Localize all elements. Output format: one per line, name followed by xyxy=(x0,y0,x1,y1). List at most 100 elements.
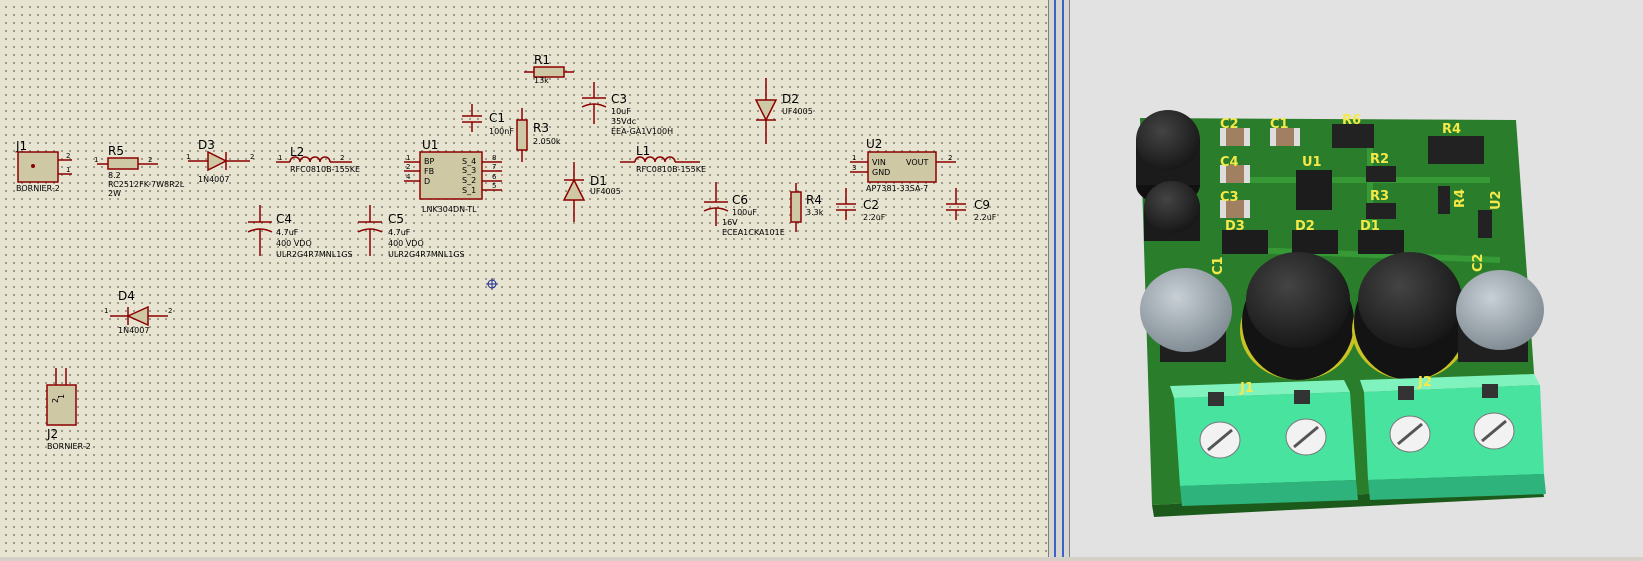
r3-ref: R3 xyxy=(533,121,549,135)
l1-ref: L1 xyxy=(636,144,650,158)
r5-pin2: 2 xyxy=(148,156,152,164)
silk-u2: U2 xyxy=(1489,190,1504,210)
u2-pin-gnd: GND xyxy=(872,168,890,177)
d2-body[interactable] xyxy=(754,99,778,122)
c6-value: 100uF xyxy=(732,208,757,217)
d1-body[interactable] xyxy=(562,178,586,201)
u1-num-2: 2 xyxy=(406,163,410,171)
c2-ref: C2 xyxy=(863,198,879,212)
silk-c1: C1 xyxy=(1270,117,1289,132)
c5-voltage: 400 VDO xyxy=(388,239,424,248)
u2-p1: 1 xyxy=(852,154,856,162)
silk-j2: J2 xyxy=(1417,375,1432,390)
u1-pin-d: D xyxy=(424,177,430,186)
d4-body[interactable] xyxy=(126,305,149,327)
u1-num-5: 5 xyxy=(492,182,496,190)
c4-ref: C4 xyxy=(276,212,292,226)
u2-value: AP7381-33SA-7 xyxy=(866,184,928,193)
silk-c4: C4 xyxy=(1220,155,1239,170)
c4-voltage: 400 VDO xyxy=(276,239,312,248)
c6-part: ECEA1CKA101E xyxy=(722,228,785,237)
u1-pin-s2: S_2 xyxy=(462,176,476,185)
d3-body[interactable] xyxy=(207,150,228,172)
j1-pin1: 1 xyxy=(66,166,70,174)
l2-pin1: 1 xyxy=(278,154,282,162)
c1-value: 100nF xyxy=(489,127,514,136)
silk-r4-size: 1206 xyxy=(1441,192,1450,212)
d1-value: UF4005 xyxy=(590,187,621,196)
u1-num-4: 4 xyxy=(406,173,411,181)
silk-r6: R6 xyxy=(1342,113,1361,128)
l2-ref: L2 xyxy=(290,145,304,159)
d3-ref: D3 xyxy=(198,138,215,152)
u1-num-1: 1 xyxy=(406,154,410,162)
j1-pin2: 2 xyxy=(66,152,70,160)
splitter-edge-left xyxy=(1054,0,1056,557)
c1-ref: C1 xyxy=(489,111,505,125)
pcb-3d-viewer[interactable]: C2 C1 R6 R4 U1 R2 C4 R3 C3 D3 D2 D1 J1 J… xyxy=(1070,0,1643,557)
j1-ref: J1 xyxy=(15,139,27,153)
r5-body[interactable] xyxy=(107,157,139,170)
u1-ref: U1 xyxy=(422,138,438,152)
u2-p2: 2 xyxy=(948,154,952,162)
u1-num-7: 7 xyxy=(492,163,496,171)
splitter-edge-right xyxy=(1062,0,1064,557)
u2-p3: 3 xyxy=(852,164,856,172)
u1-num-6: 6 xyxy=(492,173,497,181)
c2-value: 2.2uF xyxy=(863,213,886,222)
j2-value: BORNIER-2 xyxy=(47,442,91,451)
u1-pin-s3: S_3 xyxy=(462,166,476,175)
r5-value: 8.2 xyxy=(108,171,121,180)
c5-ref: C5 xyxy=(388,212,404,226)
u1-pin-bp: BP xyxy=(424,157,434,166)
u2-body[interactable] xyxy=(867,151,937,183)
l2-value: RFC0810B-155KE xyxy=(290,165,360,174)
r4-body[interactable] xyxy=(790,191,802,223)
r5-extra: 2W xyxy=(108,189,121,198)
r1-value: 13k xyxy=(534,76,549,85)
silk-r4-vertical: R4 xyxy=(1453,189,1468,208)
r5-part: RC2512FK-7W8R2L xyxy=(108,180,185,189)
u1-pin-s4: S_4 xyxy=(462,157,476,166)
pane-splitter[interactable] xyxy=(1048,0,1070,557)
r5-ref: R5 xyxy=(108,144,124,158)
crosshair-cursor-icon xyxy=(486,278,498,290)
c4-part: ULR2G4R7MNL1GS xyxy=(276,250,353,259)
d4-ref: D4 xyxy=(118,289,135,303)
u1-value: LNK304DN-TL xyxy=(422,205,477,214)
c9-ref: C9 xyxy=(974,198,990,212)
j2-body[interactable] xyxy=(46,384,77,426)
d2-ref: D2 xyxy=(782,92,799,106)
d4-pin1: 1 xyxy=(104,307,108,315)
l1-value: RFC0810B-155KE xyxy=(636,165,706,174)
d3-value: 1N4007 xyxy=(198,175,229,184)
c3-part: EEA-GA1V100H xyxy=(611,127,673,136)
silk-d3: D3 xyxy=(1225,219,1245,234)
u1-num-8: 8 xyxy=(492,154,496,162)
u1-pin-fb: FB xyxy=(424,167,434,176)
d3-pin1: 2 xyxy=(250,153,254,161)
r3-value: 2.050k xyxy=(533,137,561,146)
schematic-drawing: J1 R5 D3 L2 U1 C1 R1 R3 C3 D1 L1 D2 C6 R… xyxy=(15,53,997,451)
silk-c1-vertical: C1 xyxy=(1211,256,1226,275)
d1-ref: D1 xyxy=(590,174,607,188)
silk-r4: R4 xyxy=(1442,122,1461,137)
silk-c3: C3 xyxy=(1220,190,1239,205)
j2-ref: J2 xyxy=(46,427,58,441)
schematic-canvas[interactable]: J1 R5 D3 L2 U1 C1 R1 R3 C3 D1 L1 D2 C6 R… xyxy=(0,0,1048,557)
l2-pin2: 2 xyxy=(340,154,344,162)
silk-r2-size: 1206 xyxy=(1370,169,1390,178)
silk-r2: R2 xyxy=(1370,152,1389,167)
silk-d2: D2 xyxy=(1295,219,1315,234)
r4-value: 3.3k xyxy=(806,208,824,217)
c5-part: ULR2G4R7MNL1GS xyxy=(388,250,465,259)
j1-value: BORNIER-2 xyxy=(16,184,60,193)
r3-body[interactable] xyxy=(516,119,528,151)
c6-voltage: 16V xyxy=(722,218,738,227)
j1-body[interactable] xyxy=(17,151,59,183)
u2-pin-vout: VOUT xyxy=(906,158,928,167)
d3-pin2: 1 xyxy=(186,153,190,161)
silk-u1: U1 xyxy=(1302,155,1322,170)
silk-r3-size: 1206 xyxy=(1370,206,1390,215)
silk-c2: C2 xyxy=(1220,117,1239,132)
